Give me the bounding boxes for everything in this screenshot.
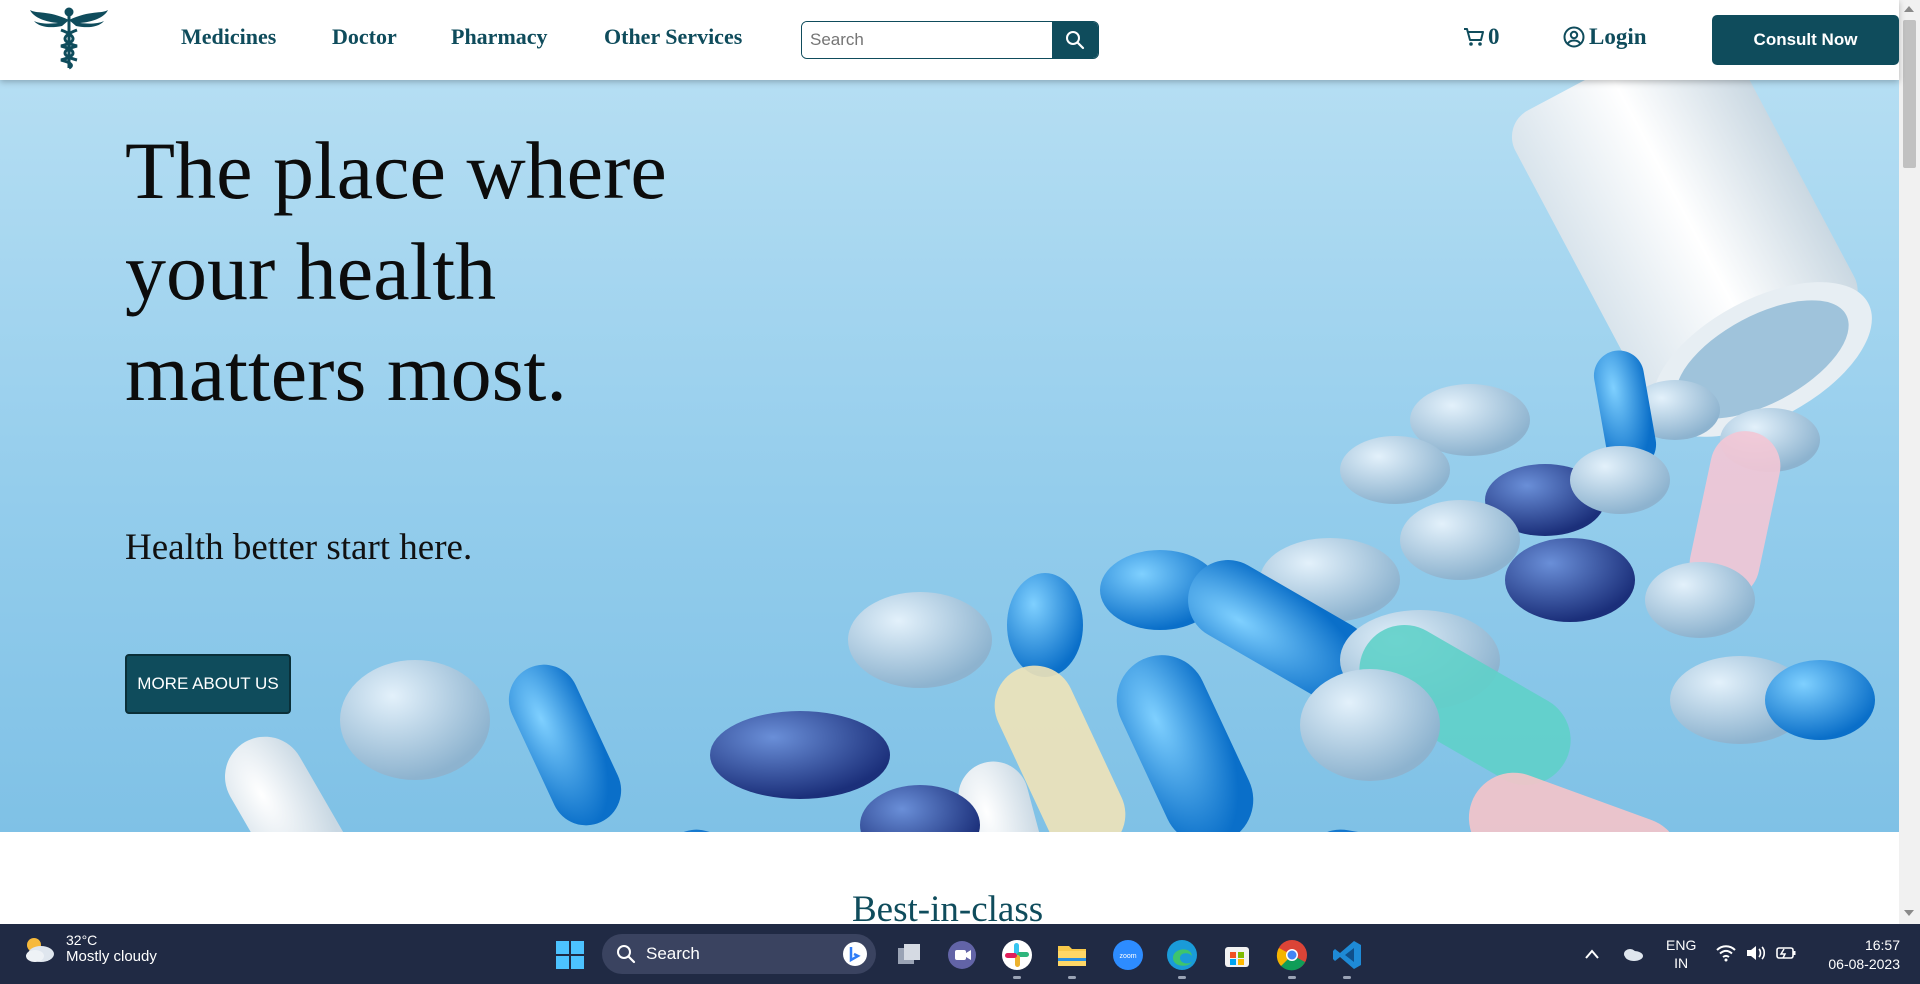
hero-banner: The place where your health matters most… [0, 80, 1899, 832]
language-label: ENG [1666, 937, 1697, 953]
search-bar [801, 21, 1099, 59]
volume-icon[interactable] [1745, 944, 1767, 962]
more-about-us-button[interactable]: MORE ABOUT US [125, 654, 291, 714]
file-explorer-icon[interactable] [1055, 938, 1089, 972]
login-button[interactable]: Login [1563, 24, 1647, 50]
nav-link-doctor[interactable]: Doctor [332, 24, 397, 50]
svg-text:zoom: zoom [1119, 953, 1136, 960]
top-navbar: Medicines Doctor Pharmacy Other Services… [0, 0, 1899, 80]
hero-title: The place where your health matters most… [125, 125, 667, 418]
taskbar-search[interactable]: Search [602, 934, 876, 974]
chevron-up-icon[interactable] [1584, 948, 1600, 960]
hero-subtitle: Health better start here. [125, 527, 473, 568]
cart-count: 0 [1488, 24, 1500, 49]
search-button[interactable] [1052, 22, 1098, 58]
page-scrollbar[interactable] [1899, 0, 1920, 924]
vscode-running-indicator [1343, 976, 1351, 979]
clock[interactable]: 16:57 06-08-2023 [1815, 936, 1900, 974]
nav-link-pharmacy[interactable]: Pharmacy [451, 24, 548, 50]
caduceus-logo[interactable] [28, 6, 110, 70]
windows-start-icon[interactable] [556, 941, 584, 969]
user-icon [1563, 26, 1585, 48]
wifi-icon[interactable] [1716, 944, 1736, 962]
store-icon[interactable] [1220, 938, 1254, 972]
windows-taskbar: 32°C Mostly cloudy Search zoom ENG IN 16… [0, 924, 1920, 984]
taskbar-search-icon [617, 945, 636, 964]
scroll-thumb[interactable] [1903, 20, 1916, 168]
nav-link-other-services[interactable]: Other Services [604, 24, 742, 50]
cloudy-weather-icon [26, 937, 54, 962]
search-icon [1066, 31, 1085, 50]
language-indicator[interactable]: ENG IN [1666, 936, 1696, 972]
scroll-down-arrow-icon[interactable] [1904, 910, 1914, 916]
search-input[interactable] [802, 22, 1052, 58]
edge-icon[interactable] [1165, 938, 1199, 972]
nav-link-medicines[interactable]: Medicines [181, 24, 276, 50]
scroll-up-arrow-icon[interactable] [1904, 6, 1914, 12]
clock-time: 16:57 [1864, 937, 1900, 953]
task-view-icon[interactable] [892, 938, 926, 972]
bing-icon[interactable] [842, 941, 868, 967]
onedrive-icon[interactable] [1622, 946, 1644, 962]
zoom-icon[interactable]: zoom [1111, 938, 1145, 972]
teams-icon[interactable] [945, 938, 979, 972]
login-label: Login [1589, 24, 1647, 49]
chrome-icon[interactable] [1275, 938, 1309, 972]
weather-temp: 32°C [66, 932, 98, 948]
taskbar-search-label: Search [646, 944, 700, 963]
chrome-running-indicator [1288, 976, 1296, 979]
battery-icon[interactable] [1775, 945, 1797, 961]
slack-running-indicator [1013, 976, 1021, 979]
weather-widget[interactable]: 32°C Mostly cloudy [22, 932, 157, 965]
vscode-icon[interactable] [1330, 938, 1364, 972]
cart-icon [1464, 28, 1484, 46]
weather-condition: Mostly cloudy [66, 948, 157, 965]
explorer-running-indicator [1068, 976, 1076, 979]
region-label: IN [1674, 955, 1689, 971]
slack-icon[interactable] [1000, 938, 1034, 972]
clock-date: 06-08-2023 [1828, 956, 1900, 972]
edge-running-indicator [1178, 976, 1186, 979]
consult-now-button[interactable]: Consult Now [1712, 15, 1899, 65]
cart-button[interactable]: 0 [1463, 24, 1500, 50]
